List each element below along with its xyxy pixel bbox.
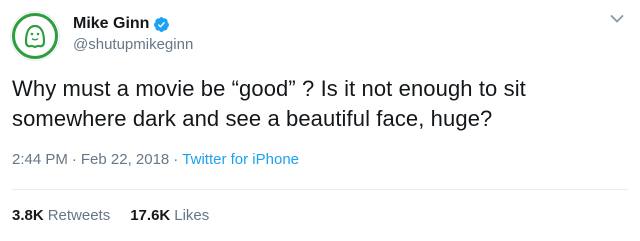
likes-label: Likes: [174, 207, 210, 224]
likes-count: 17.6K: [130, 207, 171, 224]
tweet-source-link[interactable]: Twitter for iPhone: [182, 151, 299, 168]
avatar[interactable]: [11, 12, 59, 60]
tweet-time[interactable]: 2:44 PM: [12, 151, 68, 168]
divider: [12, 189, 628, 190]
retweets-stat[interactable]: 3.8K Retweets: [12, 207, 110, 224]
verified-badge-icon: [153, 16, 170, 33]
tweet-metadata: 2:44 PM · Feb 22, 2018 · Twitter for iPhone: [12, 151, 299, 168]
ghost-avatar-icon: [12, 13, 58, 59]
chevron-down-icon: [610, 15, 624, 23]
retweets-label: Retweets: [47, 207, 111, 224]
user-handle[interactable]: @shutupmikeginn: [73, 36, 193, 53]
tweet-text: Why must a movie be “good” ? Is it not e…: [12, 76, 526, 131]
name-row: Mike Ginn: [73, 13, 170, 35]
tweet-date[interactable]: Feb 22, 2018: [81, 151, 169, 168]
likes-stat[interactable]: 17.6K Likes: [130, 207, 209, 224]
retweets-count: 3.8K: [12, 207, 44, 224]
meta-separator: ·: [71, 151, 77, 168]
display-name[interactable]: Mike Ginn: [73, 15, 149, 33]
tweet-card: Mike Ginn @shutupmikeginn Why must a mov…: [0, 0, 640, 241]
tweet-stats: 3.8K Retweets 17.6K Likes: [12, 207, 229, 224]
tweet-menu-button[interactable]: [610, 14, 624, 24]
meta-separator: ·: [173, 151, 179, 168]
